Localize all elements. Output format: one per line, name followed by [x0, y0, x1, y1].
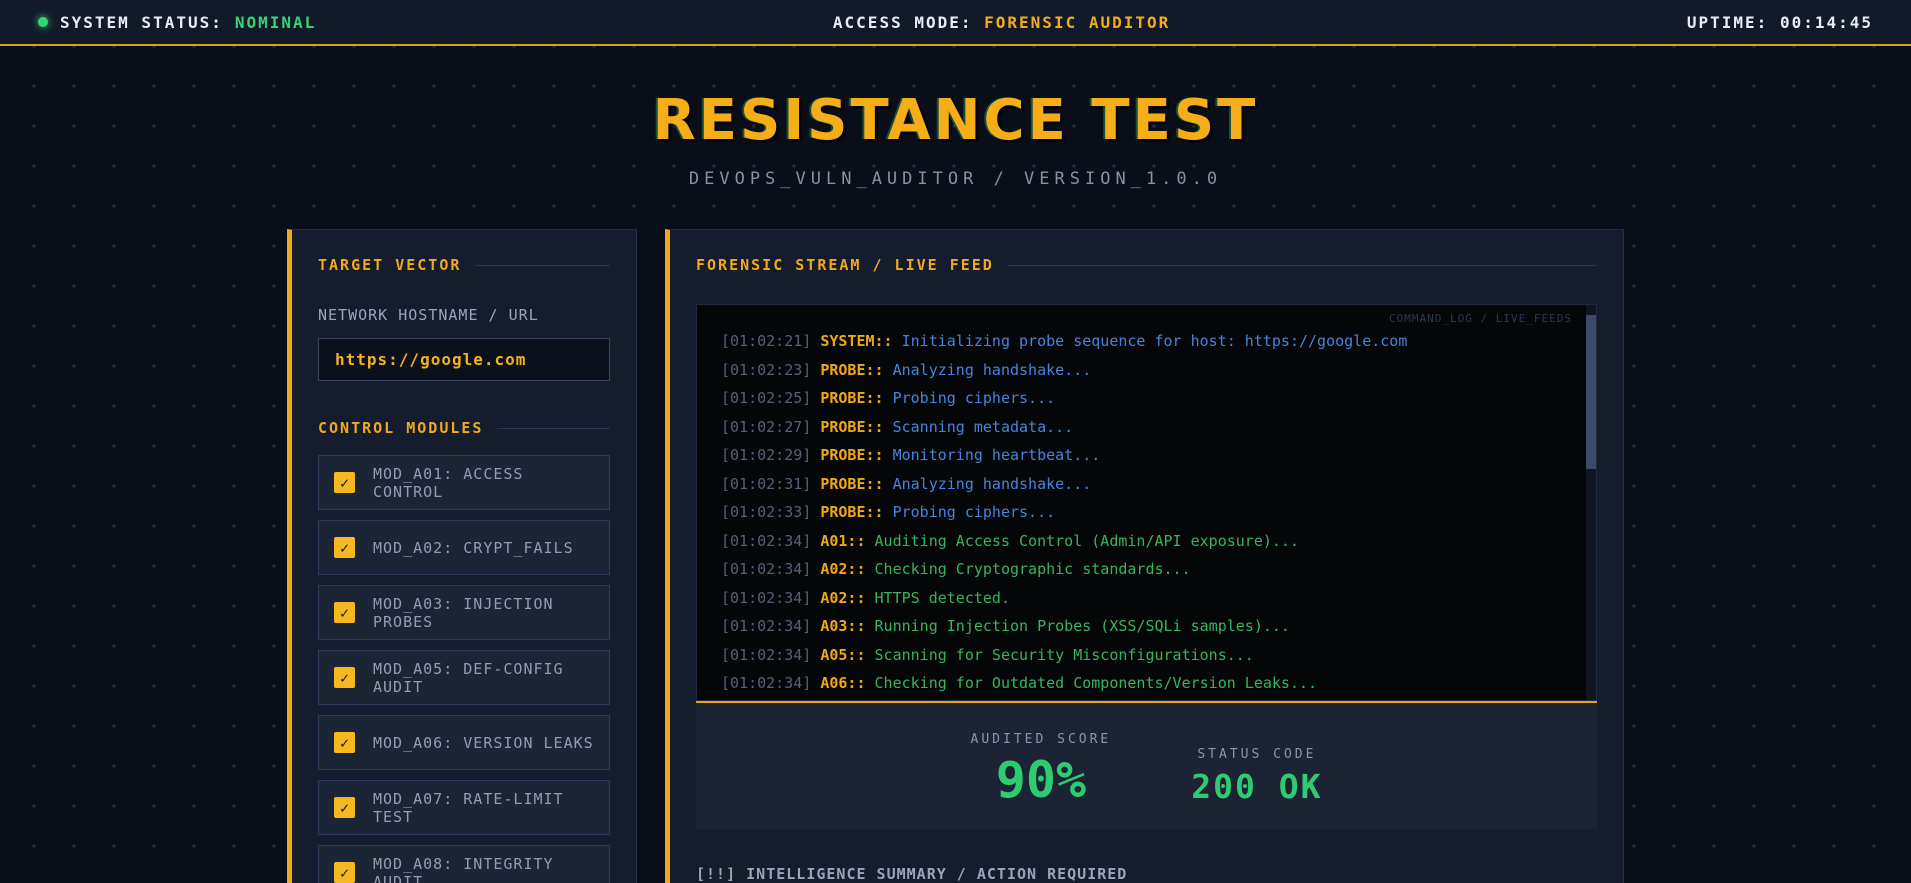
score-strip: AUDITED SCORE 90% STATUS CODE 200 OK [696, 701, 1597, 829]
log-line: [01:02:34] A03:: Running Injection Probe… [721, 617, 1290, 635]
log-line: [01:02:34] A05:: Scanning for Security M… [721, 645, 1254, 664]
access-mode: ACCESS MODE: FORENSIC AUDITOR [833, 13, 1170, 32]
module-row[interactable]: ✓ MOD_A02: CRYPT_FAILS [318, 520, 610, 575]
page-background: RESISTANCE TEST DEVOPS_VULN_AUDITOR / VE… [0, 46, 1911, 883]
log-line: [01:02:34] A01:: Auditing Access Control… [721, 531, 1299, 550]
module-checkbox[interactable]: ✓ [334, 862, 355, 883]
module-checkbox[interactable]: ✓ [334, 472, 355, 493]
module-row[interactable]: ✓ MOD_A07: RATE-LIMIT TEST [318, 780, 610, 835]
page-subtitle: DEVOPS_VULN_AUDITOR / VERSION_1.0.0 [688, 169, 1223, 189]
log-line: [01:02:33] PROBE:: Probing ciphers... [721, 503, 1056, 521]
module-label: MOD_A06: VERSION LEAKS [373, 733, 594, 752]
module-label: MOD_A01: ACCESS CONTROL [373, 464, 524, 501]
access-mode-value: FORENSIC AUDITOR [984, 12, 1171, 32]
target-vector-heading: TARGET VECTOR [318, 256, 610, 274]
module-row[interactable]: ✓ MOD_A03: INJECTION PROBES [318, 585, 610, 640]
terminal-scrollbar-thumb[interactable] [1586, 315, 1596, 469]
forensic-stream-panel: FORENSIC STREAM / LIVE FEED COMMAND_LOG … [665, 229, 1624, 883]
log-line: [01:02:23] PROBE:: Analyzing handshake..… [721, 360, 1092, 379]
terminal-watermark: COMMAND_LOG / LIVE_FEEDS [1389, 312, 1572, 325]
log-line: [01:02:34] A06:: Checking for Outdated C… [721, 674, 1318, 692]
module-row[interactable]: ✓ MOD_A05: DEF-CONFIG AUDIT [318, 650, 610, 705]
status-code-value: 200 OK [1191, 767, 1323, 807]
status-code-block: STATUS CODE 200 OK [1191, 747, 1322, 805]
access-mode-label: ACCESS MODE: [832, 12, 973, 32]
log-line: [01:02:29] PROBE:: Monitoring heartbeat.… [721, 446, 1101, 464]
system-status-label: SYSTEM STATUS: [60, 12, 223, 32]
module-label: MOD_A05: DEF-CONFIG AUDIT [373, 659, 564, 696]
terminal-scrollbar[interactable] [1586, 305, 1596, 700]
log-line: [01:02:21] SYSTEM:: Initializing probe s… [721, 332, 1408, 350]
module-list: ✓ MOD_A01: ACCESS CONTROL ✓ MOD_A02: CRYPT_… [318, 455, 610, 883]
main-content: TARGET VECTOR NETWORK HOSTNAME / URL CON… [287, 229, 1624, 883]
page-title: RESISTANCE TEST [652, 88, 1259, 153]
url-input[interactable] [318, 338, 610, 381]
target-vector-panel: TARGET VECTOR NETWORK HOSTNAME / URL CON… [287, 229, 637, 883]
forensic-stream-heading: FORENSIC STREAM / LIVE FEED [696, 256, 1597, 274]
status-dot-icon [38, 17, 48, 27]
status-code-label: STATUS CODE [1197, 747, 1317, 763]
log-line: [01:02:34] A08:: Auditing Software/Data … [721, 698, 1572, 701]
audited-score-label: AUDITED SCORE [970, 732, 1112, 747]
intelligence-summary-heading: [!!] INTELLIGENCE SUMMARY / ACTION REQUI… [696, 865, 1128, 883]
module-checkbox[interactable]: ✓ [334, 667, 355, 688]
log-line: [01:02:34] A02:: HTTPS detected. [721, 588, 1010, 607]
top-status-bar: SYSTEM STATUS: NOMINAL ACCESS MODE: FORE… [0, 0, 1911, 46]
control-modules-heading: CONTROL MODULES [318, 419, 610, 437]
module-label: MOD_A07: RATE-LIMIT TEST [373, 789, 564, 826]
log-lines: [01:02:21] SYSTEM:: Initializing probe s… [721, 327, 1572, 701]
module-label: MOD_A08: INTEGRITY AUDIT [373, 854, 554, 883]
audited-score-value: 90% [995, 751, 1087, 809]
log-line: [01:02:31] PROBE:: Analyzing handshake..… [721, 474, 1092, 493]
uptime: UPTIME: 00:14:45 [1686, 12, 1873, 32]
module-checkbox[interactable]: ✓ [334, 732, 355, 753]
module-row[interactable]: ✓ MOD_A06: VERSION LEAKS [318, 715, 610, 770]
module-label: MOD_A03: INJECTION PROBES [373, 594, 554, 631]
module-checkbox[interactable]: ✓ [334, 602, 355, 623]
system-status-value: NOMINAL [234, 12, 317, 32]
system-status: SYSTEM STATUS: NOMINAL [38, 13, 316, 32]
audited-score-block: AUDITED SCORE 90% [971, 732, 1112, 805]
module-row[interactable]: ✓ MOD_A01: ACCESS CONTROL [318, 455, 610, 510]
log-line: [01:02:25] PROBE:: Probing ciphers... [721, 389, 1056, 407]
module-checkbox[interactable]: ✓ [334, 797, 355, 818]
live-feed-terminal[interactable]: COMMAND_LOG / LIVE_FEEDS [01:02:21] SYST… [696, 304, 1597, 701]
hero: RESISTANCE TEST DEVOPS_VULN_AUDITOR / VE… [0, 88, 1911, 189]
module-label: MOD_A02: CRYPT_FAILS [373, 538, 574, 557]
log-line: [01:02:27] PROBE:: Scanning metadata... [721, 417, 1074, 436]
module-checkbox[interactable]: ✓ [334, 537, 355, 558]
url-field-label: NETWORK HOSTNAME / URL [318, 306, 539, 324]
module-row[interactable]: ✓ MOD_A08: INTEGRITY AUDIT [318, 845, 610, 883]
log-line: [01:02:34] A02:: Checking Cryptographic … [721, 560, 1191, 578]
